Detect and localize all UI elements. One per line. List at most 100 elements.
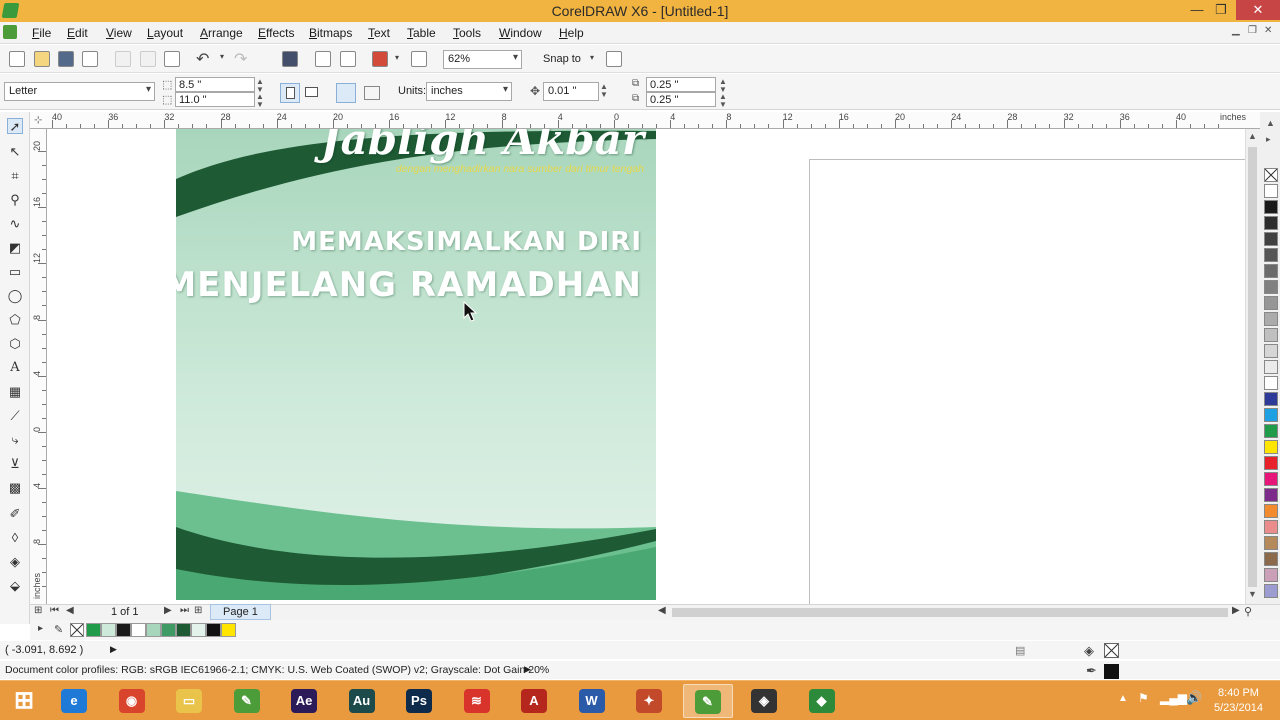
crop-tool-icon[interactable]: ⌗ [7,168,23,184]
palette-swatch[interactable] [1264,280,1278,294]
page-height-input[interactable]: 11.0 " [175,92,255,107]
current-page-button[interactable] [364,86,380,100]
document-palette-swatch[interactable] [221,623,236,637]
menu-table[interactable]: Table [407,26,436,40]
document-palette-swatch[interactable] [146,623,161,637]
palette-swatch[interactable] [1264,296,1278,310]
palette-swatch[interactable] [1264,504,1278,518]
text-tool-icon[interactable]: A [7,360,23,376]
document-palette-swatch[interactable] [191,623,206,637]
pick-tool-icon[interactable]: ➚ [7,118,23,134]
undo-icon[interactable]: ↶ [196,49,209,69]
document-palette-swatch[interactable] [176,623,191,637]
document-palette-swatch[interactable] [86,623,101,637]
add-page-before-icon[interactable]: ⊞ [34,605,42,616]
document-palette-swatch[interactable] [101,623,116,637]
copy-icon[interactable] [140,51,156,67]
palette-swatch[interactable] [1264,440,1278,454]
palette-swatch[interactable] [1264,312,1278,326]
taskbar-date[interactable]: 5/23/2014 [1214,702,1263,714]
vertical-ruler[interactable]: 20 16 12 8 4 0 4 8 inches [30,129,47,604]
nudge-spinner[interactable]: ▲ ▼ [600,83,608,99]
application-launcher-icon[interactable] [372,51,388,67]
table-tool-icon[interactable]: ▦ [7,384,23,400]
ruler-origin-icon[interactable]: ⊹ [34,115,42,126]
scroll-thumb[interactable] [1248,147,1257,587]
volume-icon[interactable]: 🔊 [1186,690,1202,706]
subtitle-text[interactable]: dengan menghadirkan nara sumber dari tim… [396,163,644,175]
palette-swatch[interactable] [1264,184,1278,198]
taskbar-app-paint-button[interactable]: ✦ [625,684,675,718]
last-page-icon[interactable]: ⏭ [180,605,189,616]
palette-swatch[interactable] [1264,536,1278,550]
height-spinner[interactable]: ▲ ▼ [256,93,264,109]
headline-line-1[interactable]: MEMAKSIMALKAN DIRI [291,227,642,257]
save-icon[interactable] [58,51,74,67]
duplicate-distance-x-input[interactable]: 0.25 " [646,77,716,92]
fill-indicator-icon[interactable]: ◈ [1084,643,1094,659]
freehand-tool-icon[interactable]: ∿ [7,216,23,232]
taskbar-chrome-button[interactable]: ◉ [108,684,158,718]
next-page-icon[interactable]: ▶ [164,605,172,616]
zoom-level-select[interactable]: 62% [443,50,522,69]
no-color-swatch[interactable] [1264,168,1278,182]
taskbar-acrobat-button[interactable]: A [510,684,560,718]
palette-swatch[interactable] [1264,488,1278,502]
document-palette-swatch[interactable] [206,623,221,637]
palette-swatch[interactable] [1264,424,1278,438]
menu-help[interactable]: Help [559,26,584,40]
headline-line-2[interactable]: MENJELANG RAMADHAN [176,265,642,305]
menu-file[interactable]: File [32,26,51,40]
palette-swatch[interactable] [1264,232,1278,246]
menu-bitmaps[interactable]: Bitmaps [309,26,352,40]
export-icon[interactable] [340,51,356,67]
palette-menu-icon[interactable]: ▸ [1266,134,1271,145]
outline-tool-icon[interactable]: ◊ [7,530,23,546]
taskbar-coreldraw-active-button[interactable]: ✎ [682,684,733,718]
palette-swatch[interactable] [1264,408,1278,422]
document-palette-menu-icon[interactable]: ▸ [38,623,43,634]
document-palette-swatch[interactable] [116,623,131,637]
horizontal-ruler[interactable]: 40 36 32 28 24 20 16 12 8 4 0 4 8 12 16 20 24 28 32 36 40 inc… [30,112,1260,129]
landscape-button[interactable] [305,87,318,97]
menu-tools[interactable]: Tools [453,26,481,40]
menu-view[interactable]: View [106,26,132,40]
taskbar-word-button[interactable]: W [568,684,618,718]
smart-fill-tool-icon[interactable]: ◩ [7,240,23,256]
document-palette-swatch[interactable] [161,623,176,637]
taskbar-internet-explorer-button[interactable]: e [50,684,100,718]
page-size-select[interactable]: Letter [4,82,155,101]
taskbar-app-red-button[interactable]: ≋ [453,684,503,718]
hscroll-left-icon[interactable]: ◀ [658,605,666,616]
taskbar-app-green-button[interactable]: ◆ [798,684,848,718]
taskbar-after-effects-button[interactable]: Ae [280,684,330,718]
paste-icon[interactable] [164,51,180,67]
outline-indicator-icon[interactable]: ✒ [1086,663,1097,679]
document-palette-swatch[interactable] [131,623,146,637]
palette-swatch[interactable] [1264,360,1278,374]
blank-page[interactable] [809,159,1245,604]
taskbar-coreldraw-button[interactable]: ✎ [223,684,273,718]
search-content-icon[interactable] [282,51,298,67]
launcher-dropdown-icon[interactable]: ▾ [395,53,399,62]
import-icon[interactable] [315,51,331,67]
duplicate-distance-y-input[interactable]: 0.25 " [646,92,716,107]
rectangle-tool-icon[interactable]: ▭ [7,264,23,280]
add-page-after-icon[interactable]: ⊞ [194,605,202,616]
palette-swatch[interactable] [1264,248,1278,262]
all-pages-button[interactable] [336,83,356,103]
restore-button[interactable]: ❐ [1206,0,1236,20]
eyedropper-tool-icon[interactable]: ✐ [7,506,23,522]
previous-page-icon[interactable]: ◀ [66,605,74,616]
fill-tool-icon[interactable]: ◈ [7,554,23,570]
scroll-up-icon[interactable]: ▲ [1248,131,1257,141]
palette-swatch[interactable] [1264,584,1278,598]
welcome-screen-icon[interactable] [411,51,427,67]
new-document-icon[interactable] [9,51,25,67]
doc-restore-icon[interactable]: ❐ [1248,25,1257,36]
drawing-canvas[interactable]: Jabligh Akbar dengan menghadirkan nara s… [47,129,1245,604]
taskbar-audition-button[interactable]: Au [338,684,388,718]
fill-color-swatch[interactable] [1104,643,1119,658]
ellipse-tool-icon[interactable]: ◯ [7,288,23,304]
palette-swatch[interactable] [1264,344,1278,358]
